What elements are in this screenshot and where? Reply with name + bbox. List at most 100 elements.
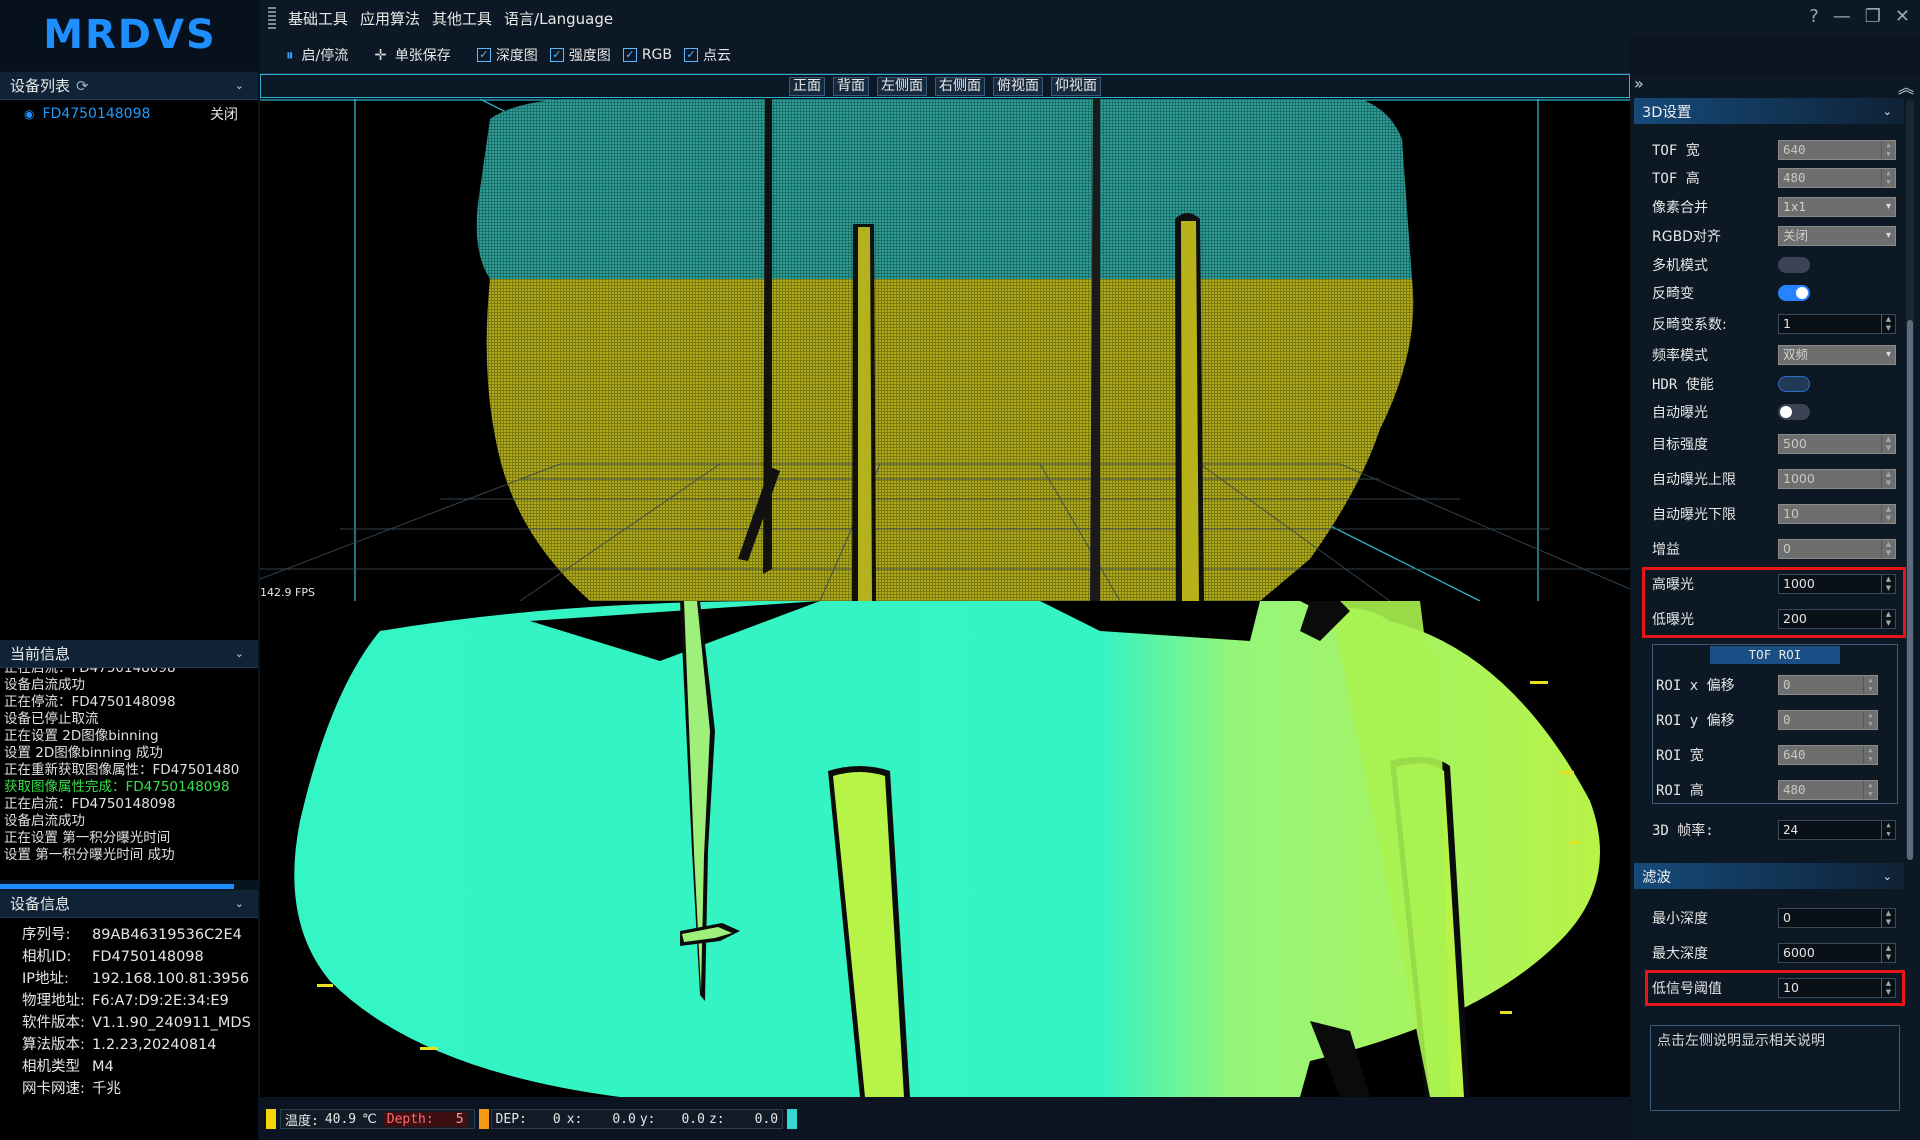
min-depth-input[interactable]: 0 ▲ ▼ — [1778, 908, 1896, 928]
freq-mode-select[interactable]: 双频 ▾ — [1778, 345, 1896, 365]
chevron-down-icon[interactable]: ⌄ — [235, 647, 244, 660]
brand-logo: MRDVS — [0, 0, 260, 70]
chevron-down-icon[interactable]: ⌄ — [235, 79, 244, 92]
depth-readout-box: DEP: 0 x: 0.0 y: 0.0 z: 0.0 — [490, 1109, 784, 1129]
roi-x-row: ROI x 偏移 0 ▲ ▼ — [1656, 673, 1896, 697]
settings-scrollbar[interactable] — [1906, 100, 1914, 860]
chevron-down-icon: ▾ — [1885, 349, 1891, 360]
auto-exp-min-input[interactable]: 10 ▲ ▼ — [1778, 504, 1896, 524]
chevron-down-icon[interactable]: ⌄ — [1883, 870, 1892, 883]
log-scrollbar[interactable] — [0, 884, 234, 889]
minimize-icon[interactable]: — — [1833, 6, 1851, 27]
view-left-button[interactable]: 左侧面 — [877, 76, 927, 96]
undistort-coef-row: 反畸变系数: 1 ▲ ▼ — [1652, 312, 1898, 336]
spin-arrows-icon[interactable]: ▲ ▼ — [1881, 315, 1895, 333]
view-back-button[interactable]: 背面 — [833, 76, 869, 96]
log-line: 正在启流：FD4750148098 — [4, 668, 176, 676]
single-save-button[interactable]: ✛ 单张保存 — [374, 45, 451, 65]
drag-grip-icon[interactable] — [268, 7, 276, 29]
spin-arrows-icon[interactable]: ▲ ▼ — [1863, 711, 1877, 729]
auto-exp-min-row: 自动曝光下限 10 ▲ ▼ — [1652, 502, 1898, 526]
section-3d-settings[interactable]: 3D设置 ⌄ — [1634, 98, 1904, 124]
device-info-key: 序列号: — [22, 927, 71, 943]
log-list: 正在启流：FD4750148098 设备启流成功 正在停流：FD4750148098… — [0, 668, 258, 880]
point-cloud-view[interactable] — [260, 99, 1630, 601]
spin-arrows-icon[interactable]: ▲ ▼ — [1881, 435, 1895, 453]
chevron-down-icon[interactable]: ⌄ — [1883, 105, 1892, 118]
spin-arrows-icon[interactable]: ▲ ▼ — [1881, 169, 1895, 187]
rgbd-select[interactable]: 关闭 ▾ — [1778, 226, 1896, 246]
color-swatch — [787, 1109, 798, 1129]
spin-arrows-icon[interactable]: ▲ ▼ — [1881, 821, 1895, 839]
device-info-row: 相机ID: FD4750148098 — [22, 946, 258, 968]
binning-select[interactable]: 1x1 ▾ — [1778, 197, 1896, 217]
spin-arrows-icon[interactable]: ▲ ▼ — [1863, 676, 1877, 694]
menu-other-tools[interactable]: 其他工具 — [432, 8, 492, 29]
tof-width-input[interactable]: 640 ▲ ▼ — [1778, 140, 1896, 160]
tof-height-input[interactable]: 480 ▲ ▼ — [1778, 168, 1896, 188]
roi-height-input[interactable]: 480 ▲ ▼ — [1778, 780, 1878, 800]
current-info-header[interactable]: 当前信息 ⌄ — [0, 640, 258, 668]
view-right-button[interactable]: 右侧面 — [935, 76, 985, 96]
log-line: 设备已停止取流 — [4, 711, 99, 727]
device-info-key: 网卡网速: — [22, 1081, 85, 1097]
check-icon: ✓ — [622, 47, 637, 62]
help-icon[interactable]: ? — [1809, 6, 1819, 27]
device-info-value: 千兆 — [92, 1081, 121, 1097]
left-panel: MRDVS 设备列表 ⟳ ⌄ ◉ FD4750148098 关闭 当前信息 ⌄ … — [0, 0, 260, 1140]
chevron-down-icon[interactable]: ⌄ — [235, 897, 244, 910]
spin-arrows-icon[interactable]: ▲ ▼ — [1881, 141, 1895, 159]
spin-arrows-icon[interactable]: ▲ ▼ — [1863, 781, 1877, 799]
hdr-toggle[interactable] — [1778, 376, 1810, 392]
spin-arrows-icon[interactable]: ▲ ▼ — [1881, 540, 1895, 558]
auto-exposure-toggle[interactable] — [1778, 404, 1810, 420]
hdr-row: HDR 使能 — [1652, 372, 1898, 396]
depth-map-view[interactable] — [260, 601, 1630, 1097]
auto-exp-max-input[interactable]: 1000 ▲ ▼ — [1778, 469, 1896, 489]
gain-input[interactable]: 0 ▲ ▼ — [1778, 539, 1896, 559]
restore-icon[interactable]: ❐ — [1865, 6, 1881, 27]
min-depth-row: 最小深度 0 ▲ ▼ — [1652, 906, 1898, 930]
roi-x-input[interactable]: 0 ▲ ▼ — [1778, 675, 1878, 695]
spin-arrows-icon[interactable]: ▲ ▼ — [1881, 909, 1895, 927]
view-top-button[interactable]: 俯视面 — [993, 76, 1043, 96]
target-intensity-input[interactable]: 500 ▲ ▼ — [1778, 434, 1896, 454]
checkbox-rgb[interactable]: ✓ RGB — [622, 47, 672, 63]
checkbox-intensity[interactable]: ✓ 强度图 — [549, 45, 611, 65]
device-list-header[interactable]: 设备列表 ⟳ ⌄ — [0, 72, 258, 100]
device-info-value: F6:A7:D9:2E:34:E9 — [92, 993, 229, 1009]
spin-arrows-icon[interactable]: ▲ ▼ — [1881, 505, 1895, 523]
device-info-header[interactable]: 设备信息 ⌄ — [0, 890, 258, 918]
section-filter[interactable]: 滤波 ⌄ — [1634, 863, 1904, 889]
collapse-up-icon[interactable]: ︽ — [1898, 74, 1914, 98]
spin-arrows-icon[interactable]: ▲ ▼ — [1881, 470, 1895, 488]
max-depth-input[interactable]: 6000 ▲ ▼ — [1778, 943, 1896, 963]
start-stop-stream-button[interactable]: ⏸ 启/停流 — [286, 45, 348, 65]
rgbd-row: RGBD对齐 关闭 ▾ — [1652, 224, 1898, 248]
checkbox-pointcloud[interactable]: ✓ 点云 — [684, 45, 731, 65]
menu-basic-tools[interactable]: 基础工具 — [288, 8, 348, 29]
target-intensity-row: 目标强度 500 ▲ ▼ — [1652, 432, 1898, 456]
spin-arrows-icon[interactable]: ▲ ▼ — [1881, 944, 1895, 962]
expand-right-icon[interactable]: » — [1634, 74, 1644, 93]
view-front-button[interactable]: 正面 — [789, 76, 825, 96]
multi-mode-toggle[interactable] — [1778, 257, 1810, 273]
roi-y-input[interactable]: 0 ▲ ▼ — [1778, 710, 1878, 730]
close-icon[interactable]: ✕ — [1895, 6, 1910, 27]
menu-language[interactable]: 语言/Language — [504, 8, 613, 29]
refresh-icon[interactable]: ⟳ — [76, 77, 89, 95]
device-list-item[interactable]: ◉ FD4750148098 关闭 — [24, 104, 244, 124]
eye-icon[interactable]: ◉ — [24, 107, 34, 121]
3d-fps-input[interactable]: 24 ▲ ▼ — [1778, 820, 1896, 840]
undistort-coef-input[interactable]: 1 ▲ ▼ — [1778, 314, 1896, 334]
log-line: 正在停流：FD4750148098 — [4, 694, 176, 710]
undistort-toggle[interactable] — [1778, 285, 1810, 301]
device-info-value: FD4750148098 — [92, 949, 204, 965]
device-info-value: V1.1.90_240911_MDS — [92, 1015, 251, 1031]
checkbox-depth[interactable]: ✓ 深度图 — [476, 45, 538, 65]
spin-arrows-icon[interactable]: ▲ ▼ — [1863, 746, 1877, 764]
view-bottom-button[interactable]: 仰视面 — [1051, 76, 1101, 96]
menu-app-algorithms[interactable]: 应用算法 — [360, 8, 420, 29]
device-info-row: 序列号: 89AB46319536C2E4 — [22, 924, 258, 946]
roi-width-input[interactable]: 640 ▲ ▼ — [1778, 745, 1878, 765]
